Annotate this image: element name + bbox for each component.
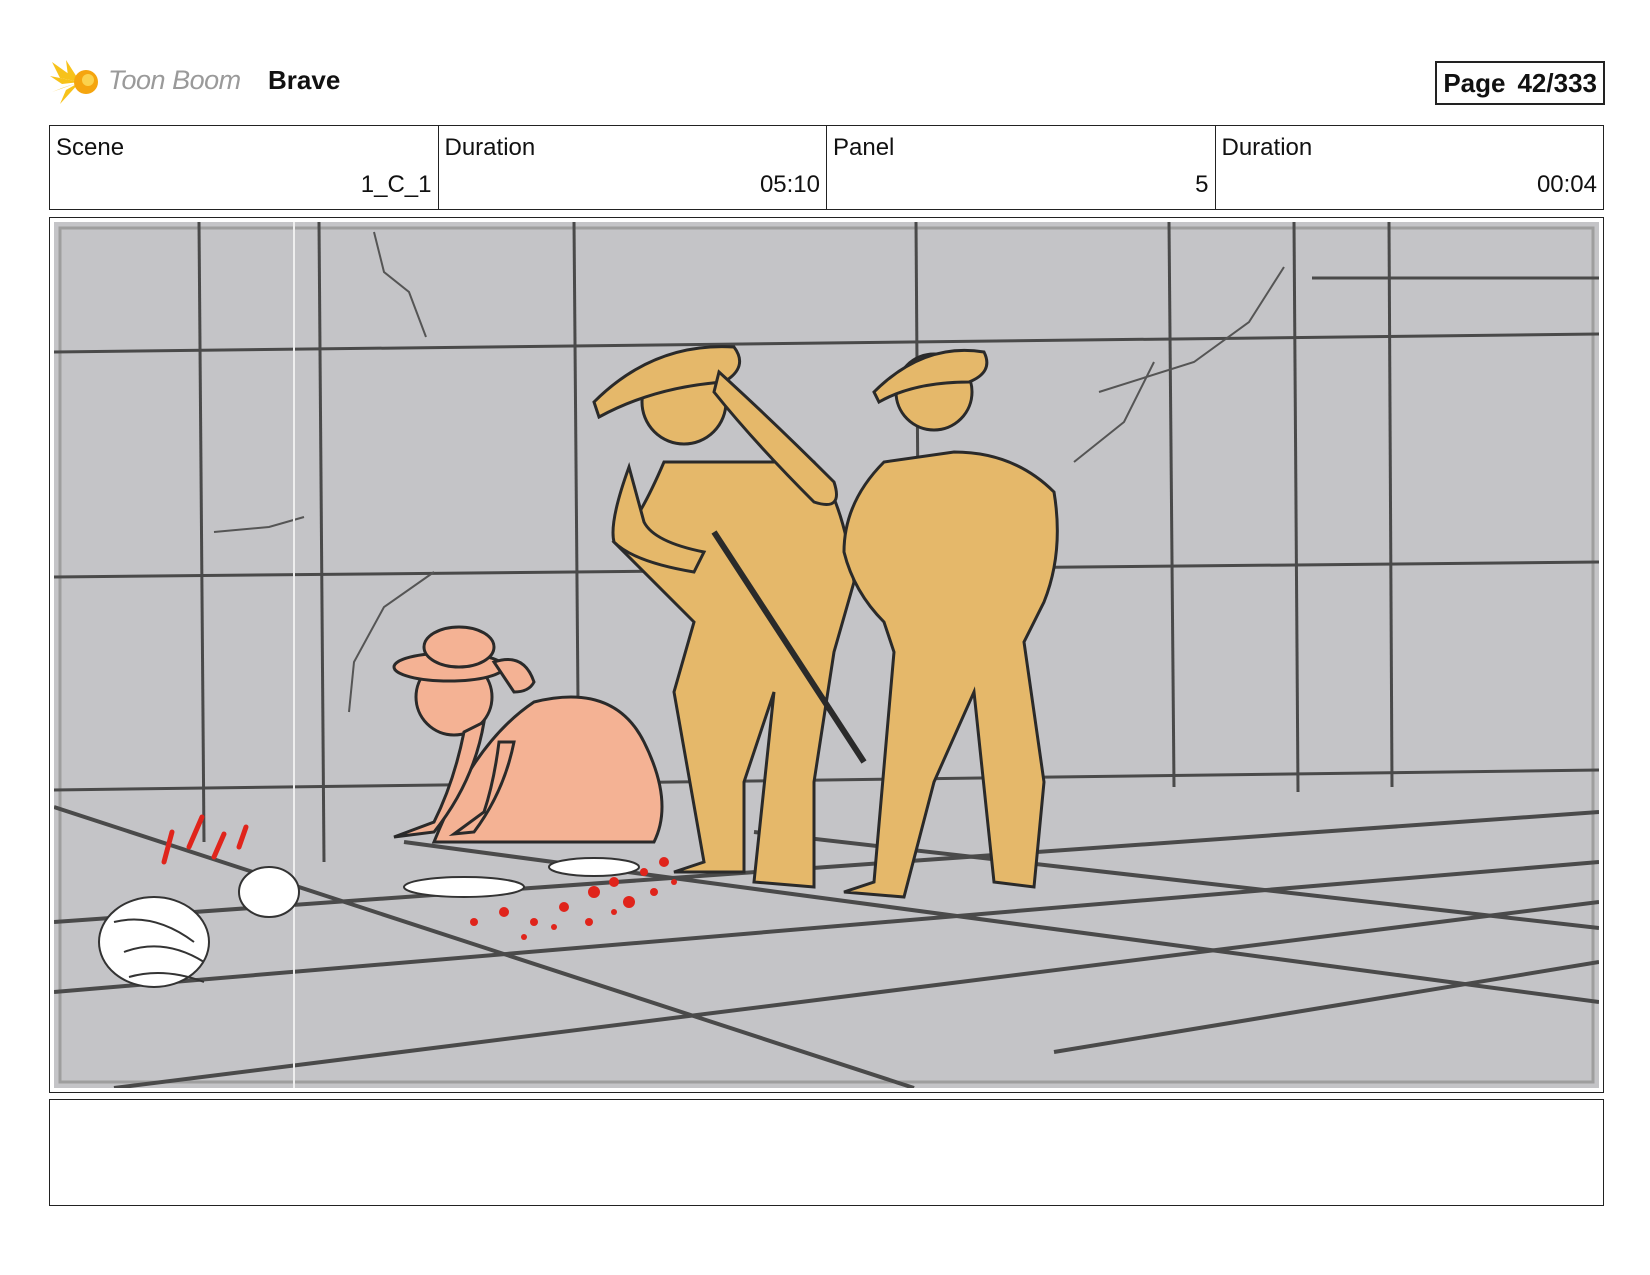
panel-duration-value: 00:04 bbox=[1536, 171, 1597, 198]
panel-value: 5 bbox=[1195, 171, 1209, 198]
page-indicator: Page 42/333 bbox=[1435, 61, 1605, 105]
scene-cell: Scene 1_C_1 bbox=[50, 126, 439, 209]
scene-value: 1_C_1 bbox=[360, 171, 432, 198]
scene-duration-cell: Duration 05:10 bbox=[439, 126, 827, 209]
scene-duration-label: Duration bbox=[444, 134, 536, 161]
scene-label: Scene bbox=[56, 134, 125, 161]
page-number: 42/333 bbox=[1517, 68, 1597, 98]
toon-boom-logo-icon bbox=[50, 56, 102, 108]
panel-cell: Panel 5 bbox=[827, 126, 1216, 209]
brand-name: Toon Boom bbox=[108, 65, 241, 95]
panel-duration-cell: Duration 00:04 bbox=[1216, 126, 1604, 209]
project-title: Brave bbox=[268, 65, 341, 95]
panel-label: Panel bbox=[833, 134, 895, 161]
scene-duration-value: 05:10 bbox=[759, 171, 820, 198]
storyboard-panel bbox=[49, 217, 1604, 1093]
panel-notes bbox=[49, 1099, 1604, 1206]
scene-info-row: Scene 1_C_1 Duration 05:10 Panel 5 Durat… bbox=[49, 125, 1604, 210]
storyboard-sketch-icon bbox=[54, 222, 1599, 1088]
panel-duration-label: Duration bbox=[1221, 134, 1313, 161]
page-label: Page bbox=[1443, 68, 1506, 98]
page-header: Toon Boom Brave Page 42/333 bbox=[50, 56, 1605, 108]
